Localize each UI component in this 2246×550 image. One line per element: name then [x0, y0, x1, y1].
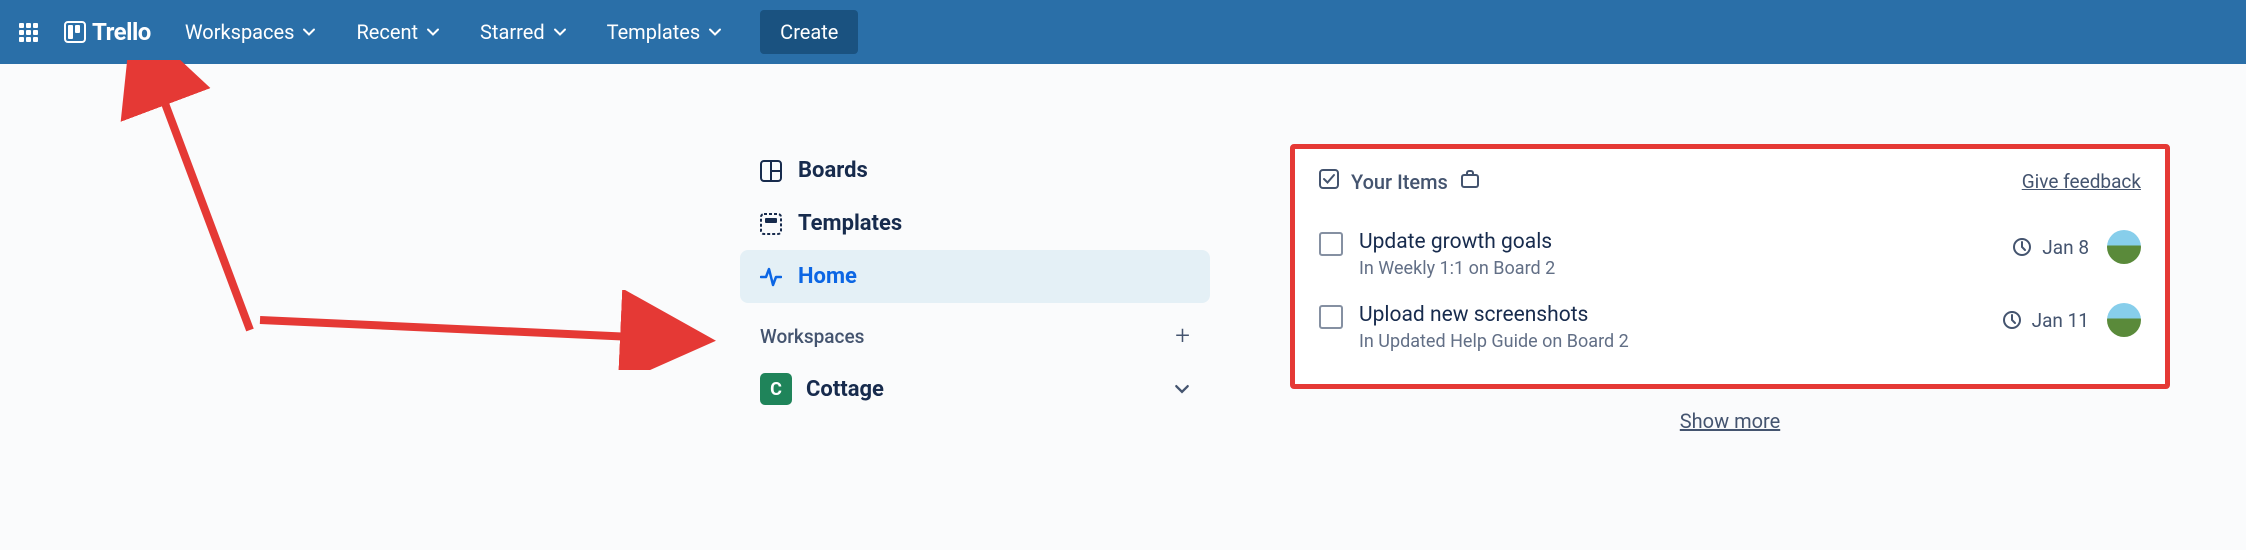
apps-switcher-icon[interactable]	[12, 16, 44, 48]
main-content: Boards Templates Home Workspaces + C Cot…	[0, 64, 2246, 433]
nav-templates[interactable]: Templates	[593, 12, 737, 52]
nav-starred-label: Starred	[480, 20, 545, 44]
sidebar-item-boards[interactable]: Boards	[740, 144, 1210, 197]
nav-starred[interactable]: Starred	[466, 12, 581, 52]
clock-icon	[2012, 237, 2032, 257]
item-subtitle: In Weekly 1:1 on Board 2	[1359, 258, 1555, 279]
brand-text: Trello	[92, 18, 151, 46]
give-feedback-link[interactable]: Give feedback	[2022, 170, 2141, 193]
item-checkbox[interactable]	[1319, 305, 1343, 329]
add-workspace-button[interactable]: +	[1175, 321, 1190, 351]
avatar	[2107, 230, 2141, 264]
your-items-panel: Your Items Give feedback Update growth g…	[1290, 144, 2170, 389]
your-items-column: Your Items Give feedback Update growth g…	[1290, 144, 2170, 433]
chevron-down-icon	[553, 25, 567, 39]
checkbox-checked-icon	[1319, 169, 1339, 194]
item-date: Jan 11	[2032, 309, 2089, 332]
nav-workspaces[interactable]: Workspaces	[171, 12, 331, 52]
avatar	[2107, 303, 2141, 337]
nav-recent-label: Recent	[356, 20, 418, 44]
sidebar-item-templates[interactable]: Templates	[740, 197, 1210, 250]
trello-icon	[64, 21, 86, 43]
template-icon	[760, 213, 782, 235]
sidebar-workspaces-section: Workspaces +	[740, 303, 1210, 361]
item-row[interactable]: Upload new screenshots In Updated Help G…	[1319, 291, 2141, 364]
item-title: Upload new screenshots	[1359, 303, 1629, 327]
item-title: Update growth goals	[1359, 230, 1555, 254]
panel-header: Your Items Give feedback	[1319, 169, 2141, 194]
clock-icon	[2002, 310, 2022, 330]
workspaces-section-label: Workspaces	[760, 325, 864, 348]
create-button[interactable]: Create	[760, 10, 858, 54]
sidebar-home-label: Home	[798, 264, 857, 289]
nav-recent[interactable]: Recent	[342, 12, 454, 52]
item-date: Jan 8	[2042, 236, 2089, 259]
nav-workspaces-label: Workspaces	[185, 20, 295, 44]
create-label: Create	[780, 20, 838, 44]
chevron-down-icon	[426, 25, 440, 39]
top-navbar: Trello Workspaces Recent Starred Templat…	[0, 0, 2246, 64]
workspace-badge: C	[760, 373, 792, 405]
item-row[interactable]: Update growth goals In Weekly 1:1 on Boa…	[1319, 218, 2141, 291]
panel-title: Your Items	[1351, 170, 1448, 194]
chevron-down-icon	[1174, 381, 1190, 397]
sidebar-boards-label: Boards	[798, 158, 868, 183]
show-more-link[interactable]: Show more	[1290, 409, 2170, 433]
item-checkbox[interactable]	[1319, 232, 1343, 256]
chevron-down-icon	[302, 25, 316, 39]
sidebar-item-home[interactable]: Home	[740, 250, 1210, 303]
board-icon	[760, 160, 782, 182]
nav-templates-label: Templates	[607, 20, 701, 44]
sidebar-templates-label: Templates	[798, 211, 902, 236]
trello-logo[interactable]: Trello	[56, 12, 159, 52]
workspace-item-cottage[interactable]: C Cottage	[740, 361, 1210, 417]
item-subtitle: In Updated Help Guide on Board 2	[1359, 331, 1629, 352]
sidebar-nav: Boards Templates Home Workspaces + C Cot…	[740, 144, 1210, 433]
briefcase-icon	[1460, 169, 1480, 194]
activity-icon	[760, 266, 782, 288]
workspace-name: Cottage	[806, 377, 884, 402]
chevron-down-icon	[708, 25, 722, 39]
